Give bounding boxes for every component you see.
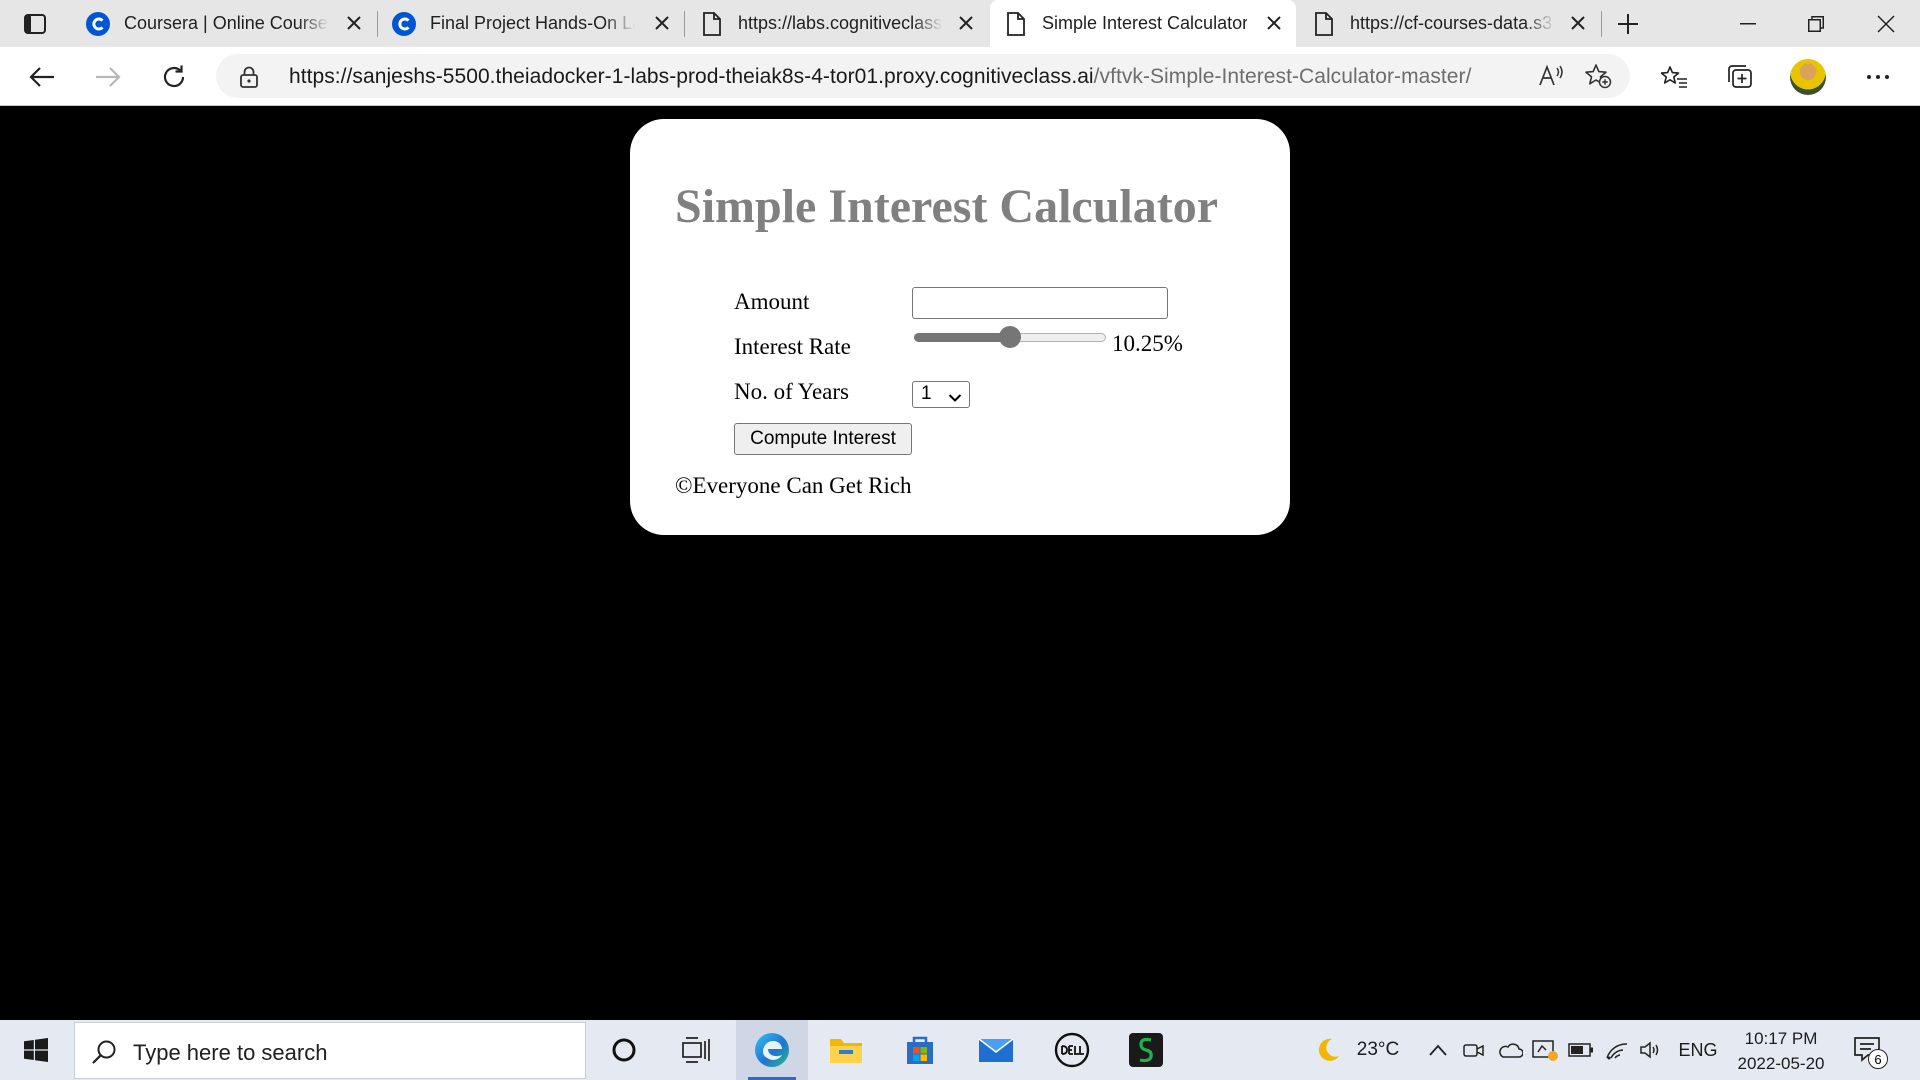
profile-avatar[interactable]: [1790, 59, 1826, 95]
page-icon: [700, 11, 724, 36]
onedrive-icon[interactable]: [1494, 1020, 1526, 1080]
interest-rate-value: 10.25%: [1112, 331, 1183, 356]
search-icon: [91, 1039, 117, 1070]
years-select[interactable]: 1: [912, 381, 970, 408]
page-title: Simple Interest Calculator: [675, 180, 1219, 233]
close-icon[interactable]: [1568, 13, 1588, 33]
tab-cf-courses-data[interactable]: https://cf-courses-data.s3: [1298, 0, 1600, 47]
chevron-down-icon: [948, 387, 962, 409]
more-options-icon[interactable]: [1858, 57, 1898, 97]
amount-label: Amount: [734, 289, 810, 314]
page-viewport: Simple Interest Calculator Amount Intere…: [0, 107, 1920, 1020]
tab-strip: Coursera | Online Courses & Credentials …: [0, 0, 1920, 47]
windows-taskbar: Type here to search 23°C ENG 10:17 PM 20…: [0, 1020, 1920, 1080]
compute-interest-button[interactable]: Compute Interest: [734, 423, 912, 455]
tab-divider: [684, 11, 685, 37]
language-indicator[interactable]: ENG: [1672, 1020, 1724, 1080]
page-icon: [1312, 11, 1336, 36]
new-tab-button[interactable]: [1610, 8, 1646, 40]
sophos-app-icon[interactable]: [1110, 1020, 1182, 1080]
interest-rate-slider[interactable]: [914, 323, 1106, 351]
calculator-card: Simple Interest Calculator Amount Intere…: [630, 119, 1290, 535]
cortana-icon[interactable]: [588, 1020, 660, 1080]
meet-now-icon[interactable]: [1460, 1020, 1488, 1080]
tab-final-project[interactable]: Final Project Hands-On Lab: [378, 0, 684, 47]
tab-labs-cognitiveclass[interactable]: https://labs.cognitiveclass.ai: [686, 0, 988, 47]
tab-title: Final Project Hands-On Lab: [430, 13, 635, 33]
close-window-button[interactable]: [1852, 0, 1920, 47]
years-label: No. of Years: [734, 379, 849, 404]
address-bar[interactable]: https://sanjeshs-5500.theiadocker-1-labs…: [216, 54, 1630, 98]
edge-taskbar-icon[interactable]: [736, 1020, 808, 1080]
weather-moon-icon[interactable]: [1310, 1020, 1346, 1080]
close-icon[interactable]: [344, 13, 364, 33]
url-path: /vftvk-Simple-Interest-Calculator-master…: [1093, 65, 1472, 88]
browser-toolbar: https://sanjeshs-5500.theiadocker-1-labs…: [0, 47, 1920, 106]
microsoft-store-icon[interactable]: [884, 1020, 956, 1080]
close-icon[interactable]: [956, 13, 976, 33]
add-favorite-icon[interactable]: [1584, 63, 1612, 89]
refresh-button[interactable]: [154, 57, 194, 97]
file-explorer-icon[interactable]: [810, 1020, 882, 1080]
clock-date: 2022-05-20: [1737, 1054, 1825, 1073]
url-host: https://sanjeshs-5500.theiadocker-1-labs…: [289, 65, 1094, 88]
slider-thumb[interactable]: [999, 326, 1021, 348]
close-icon[interactable]: [652, 13, 672, 33]
tab-actions-icon[interactable]: [14, 8, 56, 40]
chevron-up-icon[interactable]: [1424, 1020, 1452, 1080]
tab-coursera[interactable]: Coursera | Online Courses & Credentials …: [72, 0, 376, 47]
page-icon: [1004, 11, 1028, 36]
close-icon[interactable]: [1264, 13, 1284, 33]
tab-title: https://cf-courses-data.s3: [1350, 13, 1553, 33]
read-aloud-icon[interactable]: [1538, 63, 1564, 89]
start-button[interactable]: [0, 1020, 72, 1080]
battery-icon[interactable]: [1566, 1020, 1596, 1080]
collections-icon[interactable]: [1720, 57, 1760, 97]
coursera-icon: [392, 11, 416, 36]
security-alert-icon[interactable]: [1530, 1020, 1560, 1080]
mail-icon[interactable]: [960, 1020, 1032, 1080]
tab-title: Coursera | Online Courses & Credentials …: [124, 13, 329, 33]
notification-center-icon[interactable]: 6: [1852, 1034, 1888, 1069]
slider-fill: [914, 333, 1010, 342]
back-button[interactable]: [22, 57, 62, 97]
notification-count-badge: 6: [1868, 1049, 1888, 1069]
footer-copyright: ©Everyone Can Get Rich: [675, 473, 912, 498]
taskbar-clock[interactable]: 10:17 PM 2022-05-20: [1724, 1026, 1838, 1076]
wifi-icon[interactable]: [1602, 1020, 1632, 1080]
dell-icon[interactable]: [1036, 1020, 1108, 1080]
url-text[interactable]: https://sanjeshs-5500.theiadocker-1-labs…: [289, 65, 1471, 89]
forward-button[interactable]: [88, 57, 128, 97]
weather-temperature[interactable]: 23°C: [1352, 1020, 1404, 1080]
interest-rate-label: Interest Rate: [734, 334, 851, 359]
restore-button[interactable]: [1782, 0, 1850, 47]
search-placeholder: Type here to search: [133, 1040, 328, 1065]
tab-simple-interest-calculator[interactable]: Simple Interest Calculator: [990, 0, 1296, 47]
tab-divider: [1601, 11, 1602, 37]
task-view-icon[interactable]: [660, 1020, 732, 1080]
years-selected-value: 1: [921, 383, 932, 404]
lock-icon[interactable]: [240, 66, 258, 93]
amount-input[interactable]: [912, 287, 1168, 319]
minimize-button[interactable]: [1714, 0, 1782, 47]
clock-time: 10:17 PM: [1744, 1029, 1818, 1048]
favorites-icon[interactable]: [1654, 57, 1694, 97]
taskbar-search-box[interactable]: Type here to search: [74, 1022, 586, 1079]
tab-title: https://labs.cognitiveclass.ai: [738, 13, 943, 33]
coursera-icon: [86, 11, 110, 36]
volume-icon[interactable]: [1636, 1020, 1666, 1080]
tab-title: Simple Interest Calculator: [1042, 13, 1247, 33]
